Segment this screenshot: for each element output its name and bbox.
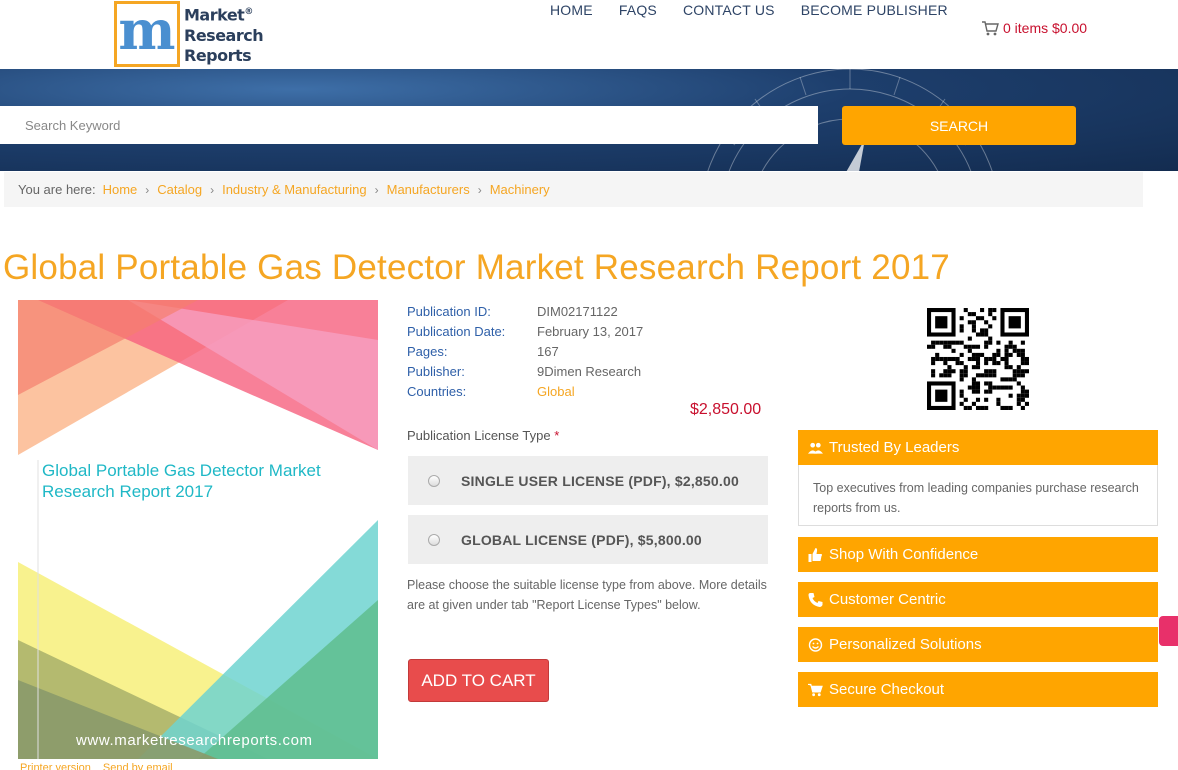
cover-art [18,300,378,759]
chevron-right-icon: › [374,182,379,197]
license-radio[interactable] [428,533,440,546]
logo-text: Market® Research Reports [184,5,264,65]
detail-value: February 13, 2017 [537,323,644,339]
detail-value: DIM02171122 [537,303,618,319]
license-option-global[interactable]: GLOBAL LICENSE (PDF), $5,800.00 [408,515,768,564]
license-radio[interactable] [428,474,440,487]
chevron-right-icon: › [145,182,150,197]
report-details: Publication ID: DIM02171122 Publication … [407,301,643,401]
detail-row: Publication ID: DIM02171122 [407,301,643,321]
detail-row: Publisher: 9Dimen Research [407,361,643,381]
cover-actions: Printer version Send by email [20,762,173,770]
detail-value-countries[interactable]: Global [537,384,575,399]
customer-centric: Customer Centric [798,582,1158,617]
breadcrumb-machinery[interactable]: Machinery [490,182,550,197]
breadcrumb-catalog[interactable]: Catalog [157,182,202,197]
detail-row: Publication Date: February 13, 2017 [407,321,643,341]
cart-icon [808,683,823,696]
chevron-right-icon: › [210,182,215,197]
personalized-solutions: Personalized Solutions [798,627,1158,662]
cover-title: Global Portable Gas Detector Market Rese… [42,461,321,501]
detail-row: Countries: Global [407,381,643,401]
smile-icon [808,637,823,652]
cover-url: www.marketresearchreports.com [76,732,313,749]
nav-faqs[interactable]: FAQS [619,2,657,18]
detail-key: Pages: [407,343,448,359]
send-by-email-link[interactable]: Send by email [103,762,173,770]
detail-row: Pages: 167 [407,341,643,361]
chevron-right-icon: › [477,182,482,197]
detail-key: Publication ID: [407,303,491,319]
site-logo[interactable]: m Market® Research Reports [114,0,264,68]
license-type-label: Publication License Type * [407,428,560,443]
license-option-label: GLOBAL LICENSE (PDF), $5,800.00 [461,531,702,548]
secure-checkout: Secure Checkout [798,672,1158,707]
nav-become-publisher[interactable]: BECOME PUBLISHER [801,2,948,18]
detail-value: 9Dimen Research [537,363,642,379]
report-price: $2,850.00 [690,401,762,418]
users-icon [808,442,823,454]
nav-home[interactable]: HOME [550,2,593,18]
page-title: Global Portable Gas Detector Market Rese… [3,248,950,287]
detail-key: Countries: [407,383,467,399]
required-mark: * [554,428,560,443]
cart-summary: 0 items $0.00 [1003,20,1088,36]
top-nav: HOME FAQS CONTACT US BECOME PUBLISHER [550,2,948,18]
detail-value: 167 [537,343,559,359]
thumbs-up-icon [808,547,822,562]
breadcrumb-manufacturers[interactable]: Manufacturers [387,182,470,197]
search-button[interactable]: SEARCH [842,106,1076,145]
license-option-single-user[interactable]: SINGLE USER LICENSE (PDF), $2,850.00 [408,456,768,505]
trusted-by-leaders-body: Top executives from leading companies pu… [798,465,1158,526]
logo-mark: m [114,1,180,67]
breadcrumb: You are here: Home › Catalog › Industry … [4,172,1143,207]
nav-contact-us[interactable]: CONTACT US [683,2,775,18]
breadcrumb-industry[interactable]: Industry & Manufacturing [222,182,367,197]
qr-code-icon [927,308,1029,410]
breadcrumb-home[interactable]: Home [103,182,138,197]
trusted-by-leaders-header: Trusted By Leaders [798,430,1158,465]
detail-key: Publisher: [407,363,465,379]
breadcrumb-label: You are here: [18,182,96,197]
phone-icon [808,592,823,607]
detail-key: Publication Date: [407,323,506,339]
cart-icon [982,20,999,35]
license-note: Please choose the suitable license type … [407,578,767,612]
shop-with-confidence: Shop With Confidence [798,537,1158,572]
feedback-tab[interactable] [1159,616,1178,646]
search-input[interactable] [0,106,818,144]
printer-version-link[interactable]: Printer version [20,762,91,770]
license-option-label: SINGLE USER LICENSE (PDF), $2,850.00 [461,472,739,489]
page: m Market® Research Reports HOME FAQS CON… [0,0,1178,770]
report-cover-image: Global Portable Gas Detector Market Rese… [18,300,378,759]
header-cart[interactable]: 0 items $0.00 [982,20,1087,36]
add-to-cart-button[interactable]: ADD TO CART [408,659,549,702]
